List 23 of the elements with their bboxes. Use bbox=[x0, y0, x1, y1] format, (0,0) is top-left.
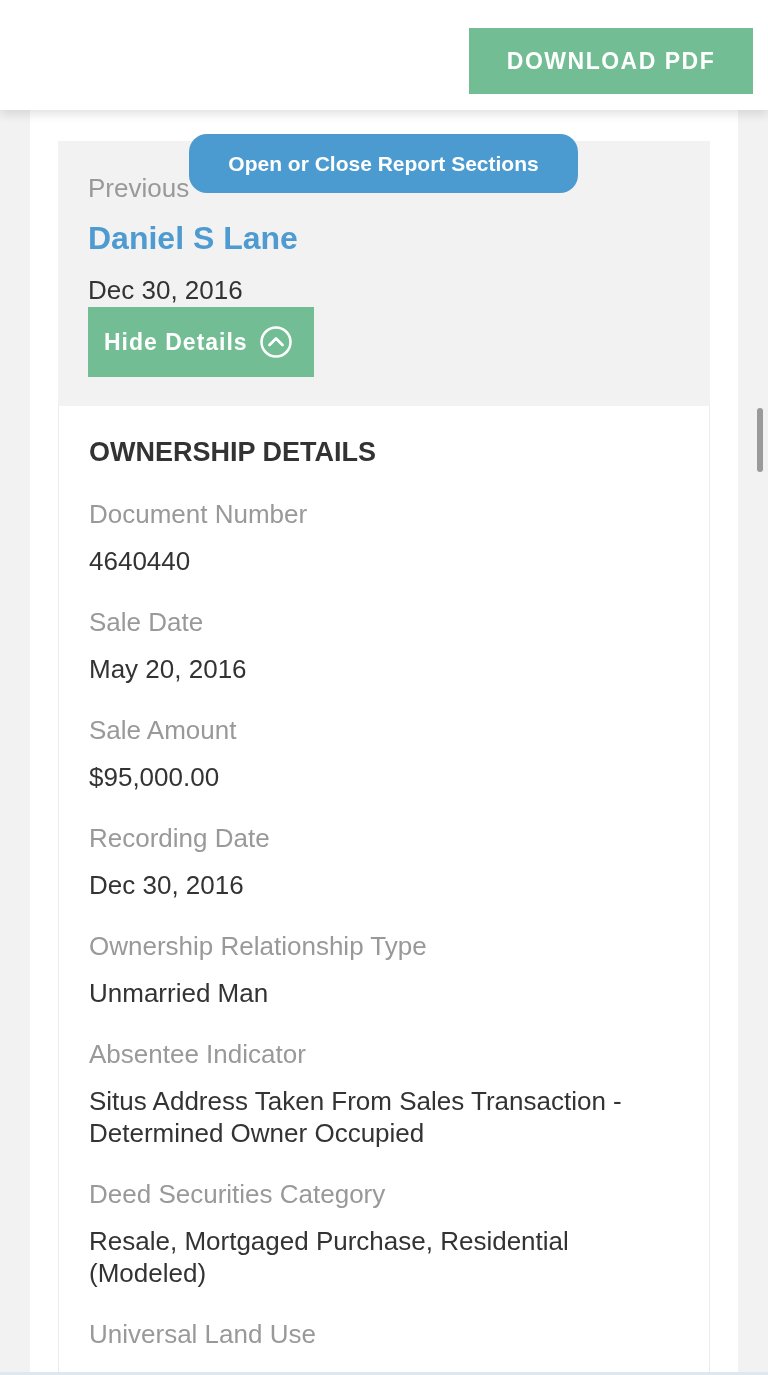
sale-date-text: Dec 30, 2016 bbox=[88, 274, 243, 306]
field-label: Document Number bbox=[89, 498, 308, 530]
field-label: Deed Securities Category bbox=[89, 1178, 386, 1210]
field-label: Sale Amount bbox=[89, 714, 237, 746]
field-value: May 20, 2016 bbox=[89, 653, 248, 685]
owner-name: Daniel S Lane bbox=[88, 219, 298, 258]
field-label: Absentee Indicator bbox=[89, 1038, 306, 1070]
download-pdf-button[interactable]: DOWNLOAD PDF bbox=[469, 28, 753, 94]
field-value: Resale, Mortgaged Purchase, Residential (Modeled) bbox=[89, 1225, 570, 1289]
field-label: Recording Date bbox=[89, 822, 270, 854]
scroll-bar-thumb[interactable] bbox=[757, 408, 763, 472]
field-value: $95,000.00 bbox=[89, 761, 221, 793]
field-value: 4640440 bbox=[89, 545, 192, 577]
field-value: Dec 30, 2016 bbox=[89, 869, 245, 901]
section-title: OWNERSHIP DETAILS bbox=[89, 436, 377, 468]
hide-details-button[interactable]: Hide Details bbox=[88, 307, 314, 377]
previous-owner-label: Previous bbox=[88, 172, 190, 204]
field-label: Sale Date bbox=[89, 606, 204, 638]
field-value: Situs Address Taken From Sales Transaction - Determined Owner Occupied bbox=[89, 1085, 623, 1149]
field-label: Universal Land Use bbox=[89, 1318, 316, 1350]
open-close-sections-tooltip[interactable]: Open or Close Report Sections bbox=[189, 134, 578, 193]
field-label: Ownership Relationship Type bbox=[89, 930, 427, 962]
field-value: Unmarried Man bbox=[89, 977, 270, 1009]
